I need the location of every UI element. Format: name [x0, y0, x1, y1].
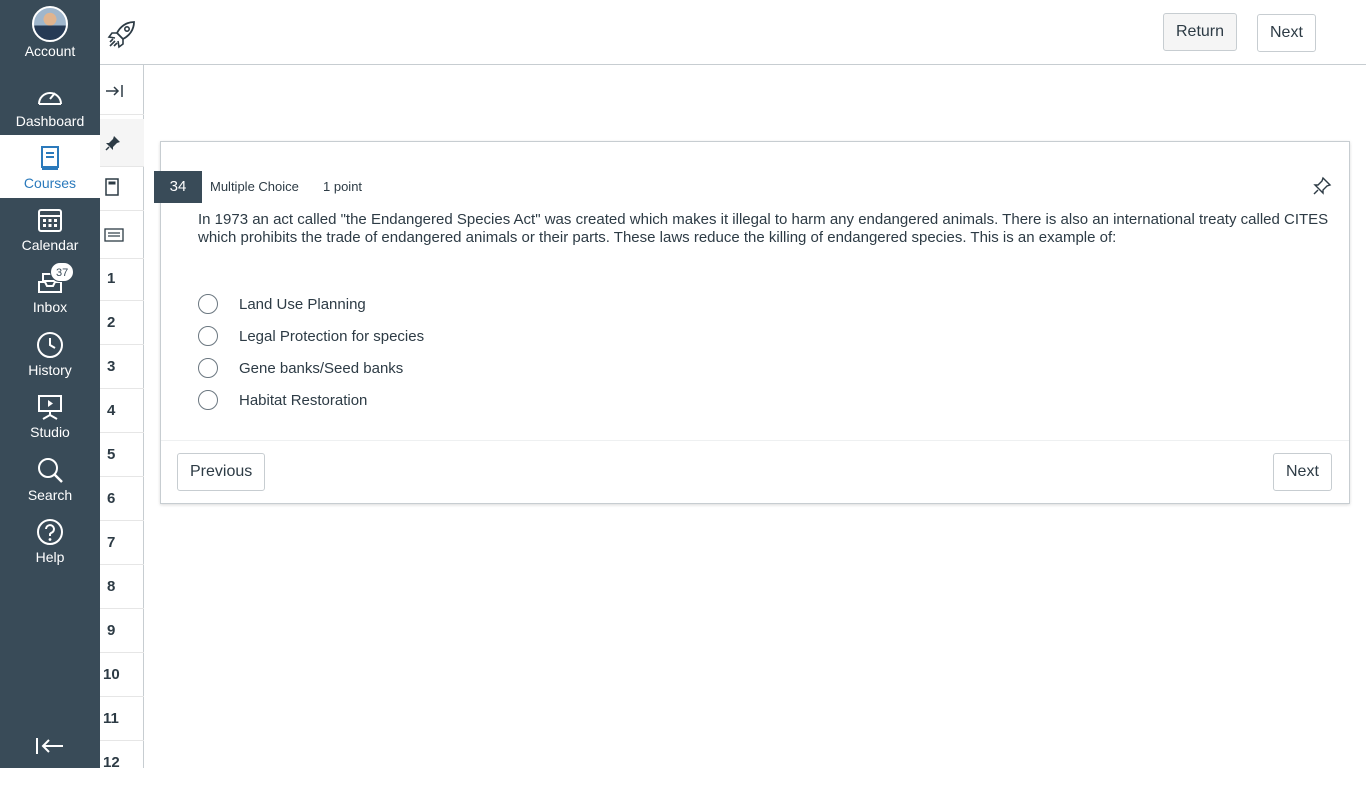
nav-inbox-label: Inbox	[32, 299, 68, 315]
question-nav-item[interactable]: 10	[100, 653, 144, 697]
courses-icon	[34, 142, 66, 174]
answer-label: Gene banks/Seed banks	[239, 359, 404, 377]
rocket-icon	[106, 18, 138, 50]
question-footer	[161, 440, 1349, 503]
nav-studio[interactable]: Studio	[0, 391, 100, 453]
nav-history[interactable]: History	[0, 329, 100, 391]
answer-option[interactable]: Legal Protection for species	[198, 324, 424, 348]
question-points: 1 point	[323, 179, 363, 194]
avatar	[32, 6, 68, 42]
dashboard-icon	[34, 80, 66, 112]
calendar-icon	[34, 204, 66, 236]
nav-search-label: Search	[27, 487, 73, 503]
top-next-button[interactable]: Next	[1257, 14, 1316, 52]
question-nav-item[interactable]: 12	[100, 741, 144, 785]
answer-label: Land Use Planning	[239, 295, 366, 313]
question-nav-item[interactable]: 2	[100, 301, 144, 345]
pin-icon[interactable]	[100, 119, 144, 167]
radio-button[interactable]	[198, 358, 218, 378]
radio-button[interactable]	[198, 326, 218, 346]
return-button[interactable]: Return	[1163, 13, 1238, 51]
question-number: 34	[154, 171, 202, 203]
question-type: Multiple Choice	[210, 179, 299, 194]
nav-courses[interactable]: Courses	[0, 135, 100, 198]
nav-help[interactable]: Help	[0, 516, 100, 578]
answer-option[interactable]: Gene banks/Seed banks	[198, 356, 403, 380]
nav-calendar-label: Calendar	[21, 237, 79, 253]
question-nav-item[interactable]: 9	[100, 609, 144, 653]
nav-studio-label: Studio	[30, 424, 70, 440]
previous-button[interactable]: Previous	[177, 453, 266, 491]
history-icon	[34, 329, 66, 361]
nav-help-label: Help	[35, 549, 65, 565]
question-nav: 1 2 3 4 5 6 7 8 9 10 11 12	[100, 65, 144, 771]
nav-search[interactable]: Search	[0, 454, 100, 516]
answer-label: Habitat Restoration	[239, 391, 368, 409]
nav-calendar[interactable]: Calendar	[0, 204, 100, 266]
search-icon	[34, 454, 66, 486]
nav-account[interactable]: Account	[0, 6, 100, 68]
notepad-icon[interactable]	[100, 211, 144, 259]
quiz-topbar: Return Next	[100, 0, 1366, 65]
question-nav-item[interactable]: 8	[100, 565, 144, 609]
nav-dashboard-label: Dashboard	[15, 113, 85, 129]
radio-button[interactable]	[198, 390, 218, 410]
question-nav-item[interactable]: 1	[100, 257, 144, 301]
nav-history-label: History	[28, 362, 72, 378]
question-nav-item[interactable]: 11	[100, 697, 144, 741]
answer-option[interactable]: Land Use Planning	[198, 292, 366, 316]
expand-icon[interactable]	[100, 67, 144, 115]
question-nav-item[interactable]: 4	[100, 389, 144, 433]
nav-dashboard[interactable]: Dashboard	[0, 80, 100, 142]
inbox-unread-badge: 37	[50, 262, 75, 282]
help-icon	[34, 516, 66, 548]
nav-account-label: Account	[24, 43, 76, 59]
footer-next-button[interactable]: Next	[1273, 453, 1332, 491]
answer-option[interactable]: Habitat Restoration	[198, 388, 367, 412]
question-nav-item[interactable]: 5	[100, 433, 144, 477]
studio-icon	[34, 391, 66, 423]
radio-button[interactable]	[198, 294, 218, 314]
question-nav-item[interactable]: 7	[100, 521, 144, 565]
question-nav-item[interactable]: 6	[100, 477, 144, 521]
calculator-icon[interactable]	[100, 163, 144, 211]
question-text: In 1973 an act called "the Endangered Sp…	[198, 211, 1329, 246]
global-nav: Account Dashboard Courses Calendar Inbox…	[0, 0, 100, 768]
answer-label: Legal Protection for species	[239, 327, 425, 345]
pin-question-icon[interactable]	[1312, 176, 1332, 196]
collapse-nav-icon[interactable]	[34, 732, 66, 760]
nav-courses-label: Courses	[23, 175, 77, 191]
question-nav-item[interactable]: 3	[100, 345, 144, 389]
